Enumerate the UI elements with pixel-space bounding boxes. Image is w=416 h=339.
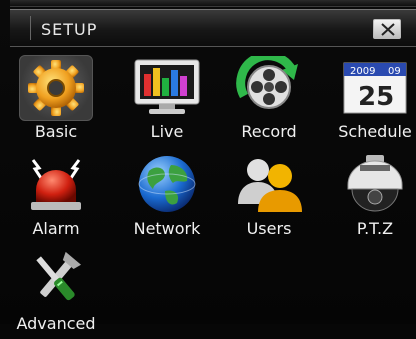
close-icon (381, 23, 395, 36)
tools-icon (20, 247, 92, 311)
title-separator (30, 16, 31, 40)
setup-window: SETUP Basic Live Record 2009 09 25 Sched… (0, 0, 416, 333)
calendar-icon: 2009 09 25 (339, 55, 411, 119)
menu-item-users[interactable]: Users (219, 144, 319, 244)
dome-camera-icon (339, 152, 411, 216)
top-border (10, 0, 416, 7)
menu-item-schedule[interactable]: 2009 09 25 Schedule (325, 47, 416, 147)
siren-icon (20, 152, 92, 216)
menu-item-label: P.T.Z (356, 219, 394, 238)
film-reel-icon (233, 55, 305, 119)
users-icon (233, 152, 305, 216)
menu-item-record[interactable]: Record (219, 47, 319, 147)
calendar-day: 25 (358, 82, 394, 112)
gear-icon (19, 55, 93, 121)
title-bar: SETUP (10, 9, 416, 47)
calendar-year: 2009 (350, 66, 375, 77)
menu-item-label: Schedule (338, 122, 412, 141)
close-button[interactable] (373, 19, 401, 39)
menu-item-basic[interactable]: Basic (6, 47, 106, 147)
window-title: SETUP (41, 20, 98, 39)
menu-item-alarm[interactable]: Alarm (6, 144, 106, 244)
menu-item-advanced[interactable]: Advanced (6, 239, 106, 339)
globe-icon (131, 152, 203, 216)
calendar-month: 09 (388, 66, 401, 77)
monitor-icon (131, 55, 203, 119)
menu-item-ptz[interactable]: P.T.Z (325, 144, 416, 244)
